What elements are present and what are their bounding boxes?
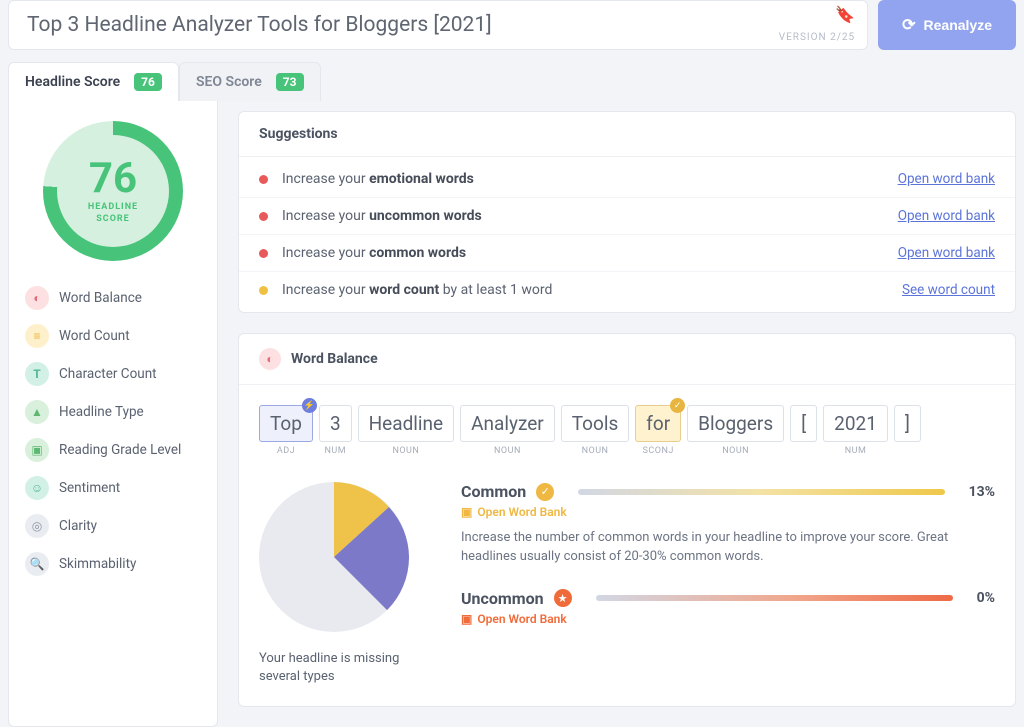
dot-icon (259, 286, 268, 295)
tab-label: SEO Score (196, 74, 262, 90)
score-label-bottom: SCORE (96, 214, 129, 224)
category-uncommon: Uncommon ★ 0% ▣Open Word Bank (461, 589, 995, 626)
metric-headline-type[interactable]: ▲Headline Type (21, 393, 205, 431)
suggestion-row: Increase your common words Open word ban… (239, 235, 1015, 272)
dot-icon (259, 212, 268, 221)
common-bar (578, 489, 944, 495)
book-icon: ▣ (461, 612, 472, 626)
book-icon: ▣ (461, 505, 472, 519)
pie-caption: Your headline is missing several types (259, 650, 439, 686)
target-icon: ◎ (25, 514, 49, 538)
refresh-icon (902, 15, 915, 35)
metric-word-count[interactable]: ≡Word Count (21, 317, 205, 355)
token: Analyzer (460, 405, 555, 442)
common-badge-icon: ✓ (670, 398, 685, 413)
version-label: VERSION 2/25 (779, 32, 855, 43)
shapes-icon: ▲ (25, 400, 49, 424)
pie-icon: ◐ (259, 348, 281, 370)
metric-character-count[interactable]: TCharacter Count (21, 355, 205, 393)
open-word-bank-link[interactable]: ▣Open Word Bank (461, 612, 995, 626)
bookmark-icon[interactable]: 🔖 (835, 5, 855, 24)
metric-clarity[interactable]: ◎Clarity (21, 507, 205, 545)
common-pct: 13% (969, 484, 995, 500)
dot-icon (259, 249, 268, 258)
headline-card: Top 3 Headline Analyzer Tools for Blogge… (8, 0, 868, 50)
t-icon: T (25, 362, 49, 386)
tab-badge: 73 (276, 73, 304, 91)
word-balance-title: Word Balance (291, 351, 378, 367)
dot-icon (259, 175, 268, 184)
uncommon-bar (596, 595, 953, 601)
word-balance-pie-chart (259, 482, 409, 632)
token: ] (894, 405, 921, 442)
search-icon: 🔍 (25, 552, 49, 576)
tab-headline-score[interactable]: Headline Score 76 (8, 62, 179, 101)
pie-icon: ◐ (25, 286, 49, 310)
reanalyze-button[interactable]: Reanalyze (878, 0, 1016, 50)
token: Tools (561, 405, 630, 442)
headline-title: Top 3 Headline Analyzer Tools for Blogge… (27, 13, 849, 37)
score-gauge: 76 HEADLINE SCORE (43, 121, 183, 261)
suggestion-row: Increase your uncommon words Open word b… (239, 198, 1015, 235)
tabs: Headline Score 76 SEO Score 73 (8, 62, 1016, 101)
token: [ (790, 405, 817, 442)
star-icon: ★ (554, 589, 572, 607)
common-desc: Increase the number of common words in y… (461, 529, 995, 567)
tab-seo-score[interactable]: SEO Score 73 (179, 62, 321, 101)
lines-icon: ≡ (25, 324, 49, 348)
suggestion-row: Increase your word count by at least 1 w… (239, 272, 1015, 308)
token: 3 (319, 405, 352, 442)
book-icon: ▣ (25, 438, 49, 462)
tab-label: Headline Score (25, 74, 120, 90)
open-word-bank-link[interactable]: Open word bank (898, 171, 995, 187)
smile-icon: ☺ (25, 476, 49, 500)
check-icon: ✓ (536, 483, 554, 501)
open-word-bank-link[interactable]: ▣Open Word Bank (461, 505, 995, 519)
score-number: 76 (89, 158, 137, 200)
suggestions-panel: Suggestions Increase your emotional word… (238, 111, 1016, 313)
metric-sentiment[interactable]: ☺Sentiment (21, 469, 205, 507)
see-word-count-link[interactable]: See word count (902, 282, 995, 298)
tab-badge: 76 (134, 73, 162, 91)
metric-word-balance[interactable]: ◐Word Balance (21, 279, 205, 317)
token-row: ⚡TopADJ 3NUM HeadlineNOUN AnalyzerNOUN T… (239, 385, 1015, 462)
open-word-bank-link[interactable]: Open word bank (898, 245, 995, 261)
uncommon-pct: 0% (977, 590, 995, 606)
metric-reading-grade[interactable]: ▣Reading Grade Level (21, 431, 205, 469)
power-badge-icon: ⚡ (302, 398, 317, 413)
token: Headline (358, 405, 455, 442)
suggestion-row: Increase your emotional words Open word … (239, 161, 1015, 198)
token: Bloggers (687, 405, 784, 442)
token: 2021 (823, 405, 888, 442)
left-column: 76 HEADLINE SCORE ◐Word Balance ≡Word Co… (8, 101, 218, 727)
metric-skimmability[interactable]: 🔍Skimmability (21, 545, 205, 583)
reanalyze-label: Reanalyze (924, 17, 992, 33)
score-label-top: HEADLINE (88, 202, 138, 212)
open-word-bank-link[interactable]: Open word bank (898, 208, 995, 224)
category-common: Common ✓ 13% ▣Open Word Bank Increase th… (461, 482, 995, 567)
suggestions-title: Suggestions (239, 112, 1015, 157)
word-balance-panel: ◐ Word Balance ⚡TopADJ 3NUM HeadlineNOUN… (238, 333, 1016, 707)
